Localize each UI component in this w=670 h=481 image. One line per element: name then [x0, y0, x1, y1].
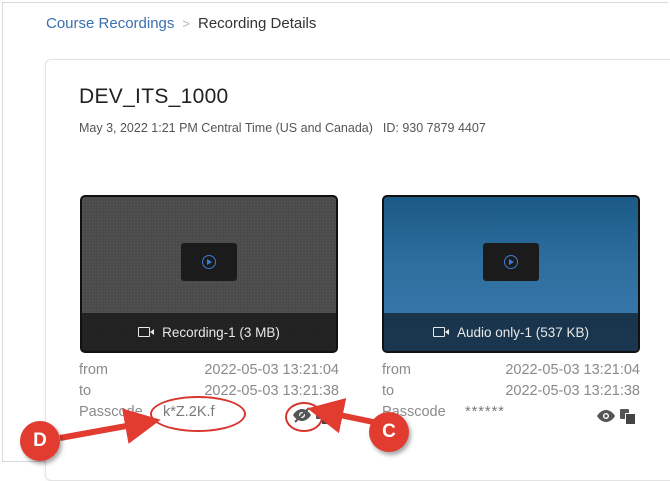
- audio-only-1-caption-text: Audio only-1 (537 KB): [456, 324, 590, 340]
- breadcrumb-separator: >: [182, 16, 190, 31]
- meeting-title: DEV_ITS_1000: [79, 85, 229, 108]
- breadcrumb-current: Recording Details: [198, 15, 317, 32]
- audio-only-1-caption: Audio only-1 (537 KB): [384, 313, 638, 351]
- from-label: from: [79, 362, 108, 378]
- meeting-id: ID: 930 7879 4407: [382, 121, 486, 135]
- to-label: to: [382, 383, 395, 399]
- audio-only-1-passcode-value: ******: [465, 404, 505, 420]
- play-button[interactable]: [483, 243, 539, 281]
- play-icon: [504, 255, 518, 269]
- copy-icon[interactable]: [620, 409, 636, 425]
- copy-icon[interactable]: [316, 409, 332, 425]
- breadcrumb-course-recordings-link[interactable]: Course Recordings: [46, 15, 174, 32]
- recording-1-thumbnail[interactable]: Recording-1 (3 MB): [80, 195, 338, 353]
- from-label: from: [382, 362, 411, 378]
- from-value: 2022-05-03 13:21:04: [505, 362, 640, 378]
- to-value: 2022-05-03 13:21:38: [204, 383, 339, 399]
- play-button[interactable]: [181, 243, 237, 281]
- annotation-badge-d: D: [20, 421, 60, 461]
- eye-slash-icon[interactable]: [292, 407, 312, 423]
- to-label: to: [79, 383, 92, 399]
- video-camera-icon: [432, 327, 449, 337]
- video-camera-icon: [138, 327, 155, 337]
- recording-1-caption: Recording-1 (3 MB): [82, 313, 336, 351]
- passcode-label: Passcode: [79, 404, 143, 420]
- meeting-meta: May 3, 2022 1:21 PM Central Time (US and…: [79, 121, 486, 135]
- audio-only-1-thumbnail[interactable]: Audio only-1 (537 KB): [382, 195, 640, 353]
- recording-1-passcode-value: k*Z.2K.f: [163, 404, 215, 420]
- play-icon: [202, 255, 216, 269]
- from-value: 2022-05-03 13:21:04: [204, 362, 339, 378]
- meeting-datetime: May 3, 2022 1:21 PM Central Time (US and…: [79, 121, 373, 135]
- breadcrumb: Course Recordings > Recording Details: [46, 15, 316, 32]
- annotation-badge-c: C: [369, 412, 409, 452]
- recording-1-caption-text: Recording-1 (3 MB): [162, 324, 280, 340]
- eye-icon[interactable]: [596, 409, 616, 423]
- to-value: 2022-05-03 13:21:38: [505, 383, 640, 399]
